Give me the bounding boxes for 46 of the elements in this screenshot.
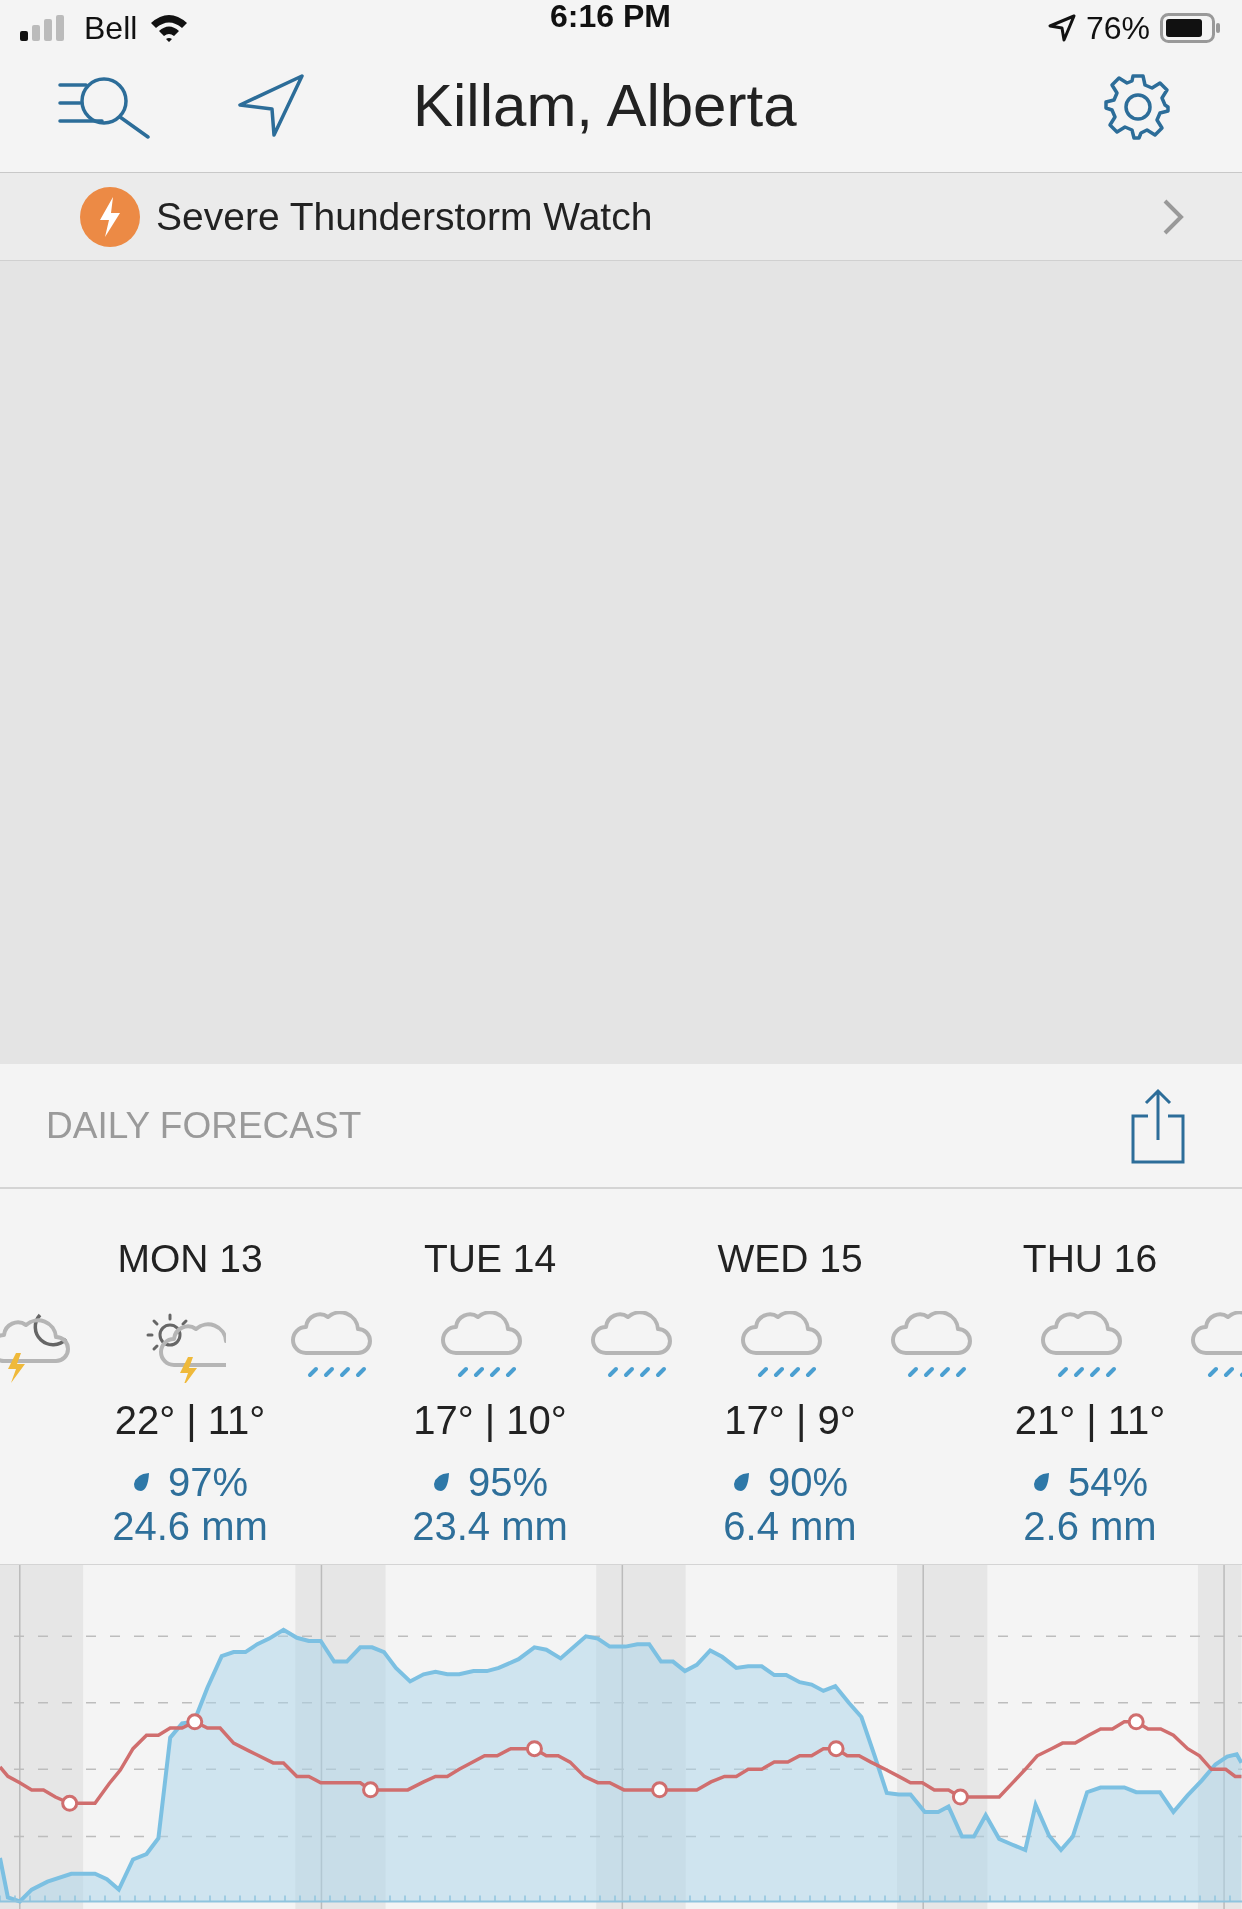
- location-arrow-icon: [1047, 14, 1076, 42]
- precipitation-chance: 97%: [167, 1462, 249, 1502]
- precipitation-amount: 6.4 mm: [723, 1506, 857, 1546]
- location-button[interactable]: [236, 73, 306, 139]
- precipitation-chance: 95%: [467, 1462, 549, 1502]
- temperature-marker: [525, 1740, 543, 1758]
- battery-percent: 76%: [1085, 12, 1150, 44]
- temperature-range: 22° | 11°: [114, 1400, 266, 1440]
- temperature-marker: [951, 1788, 969, 1806]
- share-icon: [1130, 1087, 1186, 1164]
- raindrop-icon: [131, 1472, 150, 1492]
- clock-time: 6:16 PM: [550, 0, 671, 32]
- day-label: WED 15: [717, 1239, 863, 1278]
- alert-text: Severe Thunderstorm Watch: [156, 197, 653, 236]
- day-label: MON 13: [117, 1239, 263, 1278]
- location-title: Killam, Alberta: [413, 76, 797, 136]
- temperature-marker: [827, 1740, 845, 1758]
- precipitation-amount: 24.6 mm: [112, 1506, 268, 1546]
- section-title: DAILY FORECAST: [46, 1107, 362, 1144]
- settings-button[interactable]: [1104, 72, 1172, 140]
- precipitation-chance: 90%: [767, 1462, 849, 1502]
- precipitation-amount: 23.4 mm: [412, 1506, 568, 1546]
- raindrop-icon: [431, 1472, 450, 1492]
- alert-bar[interactable]: Severe Thunderstorm Watch: [0, 173, 1242, 261]
- location-arrow-icon: [236, 73, 306, 139]
- temperature-marker: [186, 1713, 204, 1731]
- temperature-marker: [362, 1781, 380, 1799]
- temperature-range: 21° | 11°: [1014, 1400, 1166, 1440]
- temperature-marker: [61, 1794, 79, 1812]
- temperature-range: 17° | 10°: [413, 1400, 567, 1440]
- precipitation-chance: 54%: [1067, 1462, 1149, 1502]
- carrier-name: Bell: [84, 12, 138, 44]
- lightning-icon: [80, 186, 140, 247]
- temperature-marker: [651, 1781, 669, 1799]
- settings-icon: [1104, 72, 1172, 140]
- precipitation-amount: 2.6 mm: [1023, 1506, 1157, 1546]
- raindrop-icon: [731, 1472, 750, 1492]
- wifi-icon: [149, 13, 190, 43]
- share-button[interactable]: [1130, 1087, 1186, 1164]
- chevron-right-icon: [1162, 197, 1184, 236]
- day-label: THU 16: [1022, 1239, 1158, 1278]
- battery-icon: [1160, 13, 1222, 43]
- day-label: TUE 14: [423, 1239, 557, 1278]
- temperature-marker: [1127, 1713, 1145, 1731]
- raindrop-icon: [1031, 1472, 1050, 1492]
- temperature-range: 17° | 9°: [724, 1400, 856, 1440]
